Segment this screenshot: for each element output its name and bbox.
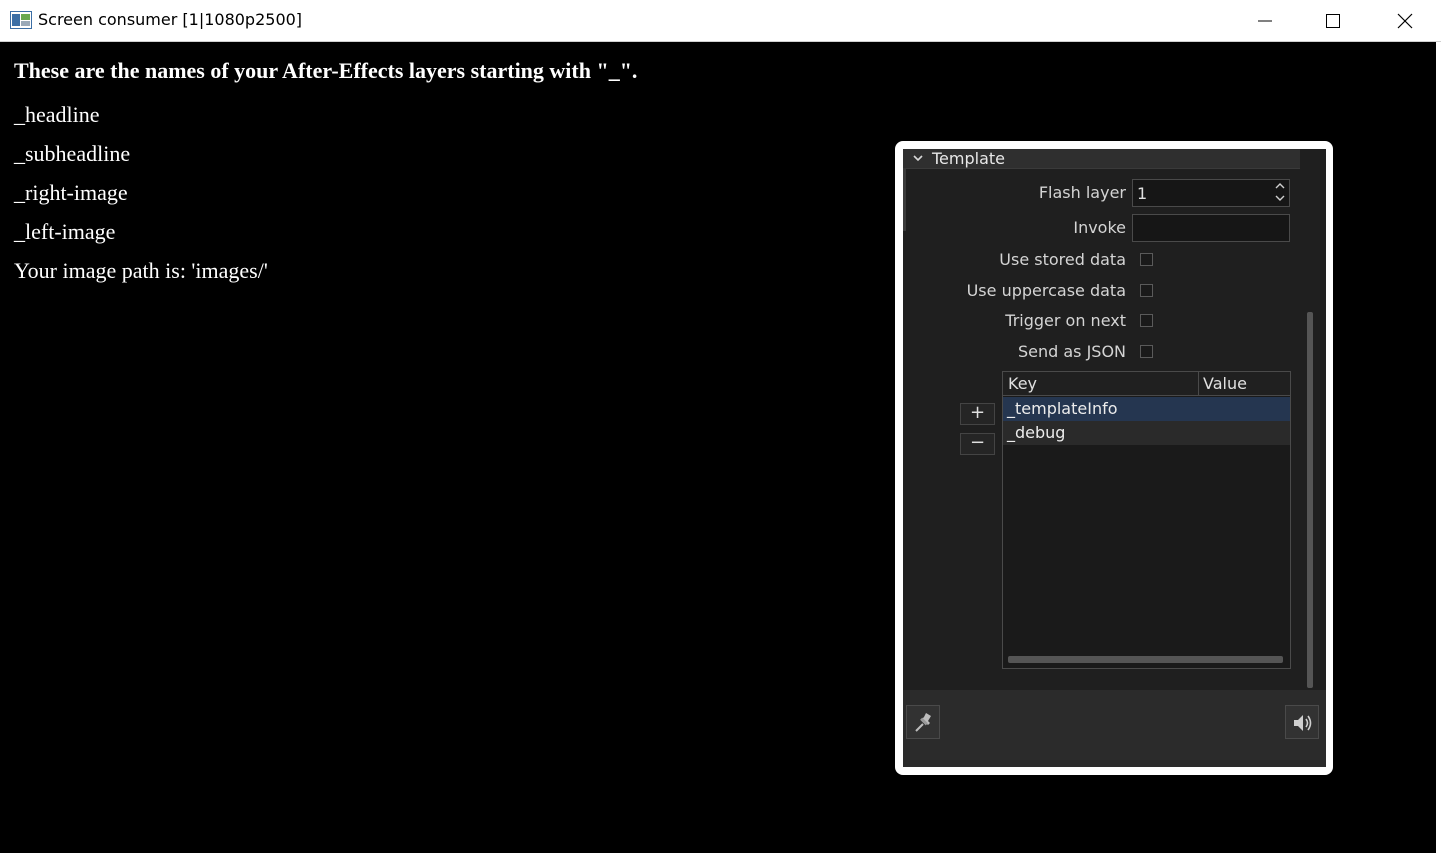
panel-footer: [903, 690, 1326, 767]
panel-scrollbar-track[interactable]: [1300, 149, 1326, 690]
title-bar: Screen consumer [1|1080p2500]: [0, 0, 1441, 42]
page-heading: These are the names of your After-Effect…: [14, 58, 638, 83]
layer-item: _right-image: [14, 180, 128, 205]
maximize-icon: [1326, 14, 1340, 28]
remove-row-button[interactable]: −: [960, 433, 995, 455]
flash-layer-value: 1: [1137, 184, 1148, 203]
trigger-on-next-label: Trigger on next: [1005, 311, 1126, 330]
table-header: Key Value: [1003, 372, 1290, 396]
key-value-table: Key Value _templateInfo _debug: [1002, 371, 1291, 669]
section-title: Template: [932, 149, 1006, 168]
table-horizontal-scrollbar[interactable]: [1008, 656, 1283, 663]
maximize-button[interactable]: [1298, 0, 1368, 42]
pin-button[interactable]: [906, 705, 940, 739]
template-section-header[interactable]: Template: [903, 149, 1300, 169]
spin-up-icon[interactable]: [1275, 182, 1285, 190]
minimize-button[interactable]: [1230, 0, 1300, 42]
layer-item: _left-image: [14, 219, 116, 244]
window-right-edge: [1436, 42, 1441, 853]
image-path-text: Your image path is: 'images/': [14, 258, 268, 283]
invoke-label: Invoke: [1073, 218, 1126, 237]
trigger-on-next-checkbox[interactable]: [1140, 314, 1153, 327]
table-row[interactable]: _templateInfo: [1003, 397, 1290, 421]
use-stored-data-checkbox[interactable]: [1140, 253, 1153, 266]
row-key: _templateInfo: [1007, 399, 1118, 418]
row-key: _debug: [1007, 423, 1066, 442]
close-button[interactable]: [1370, 0, 1440, 42]
layer-item: _subheadline: [14, 141, 131, 166]
app-window-icon: [10, 11, 32, 29]
layer-item: _headline: [14, 102, 100, 127]
panel-scroll-area: Template Flash layer 1 Invoke Use stored…: [903, 149, 1300, 690]
template-inspector-panel: Template Flash layer 1 Invoke Use stored…: [903, 149, 1326, 767]
send-as-json-label: Send as JSON: [1017, 342, 1126, 361]
minimize-icon: [1258, 20, 1272, 22]
send-as-json-checkbox[interactable]: [1140, 345, 1153, 358]
use-stored-data-label: Use stored data: [999, 250, 1126, 269]
audio-button[interactable]: [1285, 705, 1319, 739]
spin-down-icon[interactable]: [1275, 194, 1285, 202]
flash-layer-label: Flash layer: [1038, 183, 1126, 202]
close-icon: [1397, 13, 1413, 29]
panel-resize-grip[interactable]: [903, 169, 906, 231]
panel-scrollbar-thumb[interactable]: [1307, 312, 1313, 688]
invoke-input[interactable]: [1132, 214, 1290, 242]
pin-icon: [915, 713, 931, 732]
window-title: Screen consumer [1|1080p2500]: [38, 10, 303, 29]
column-separator[interactable]: [1198, 372, 1199, 396]
speaker-icon: [1294, 715, 1312, 731]
add-row-button[interactable]: +: [960, 403, 995, 425]
layer-list: _headline _subheadline _right-image _lef…: [14, 102, 130, 258]
column-header-value[interactable]: Value: [1203, 374, 1247, 393]
flash-layer-spinbox[interactable]: 1: [1132, 179, 1290, 207]
use-uppercase-data-checkbox[interactable]: [1140, 284, 1153, 297]
table-row[interactable]: _debug: [1003, 421, 1290, 445]
chevron-down-icon: [913, 155, 923, 162]
use-uppercase-data-label: Use uppercase data: [966, 281, 1126, 300]
column-header-key[interactable]: Key: [1008, 374, 1037, 393]
